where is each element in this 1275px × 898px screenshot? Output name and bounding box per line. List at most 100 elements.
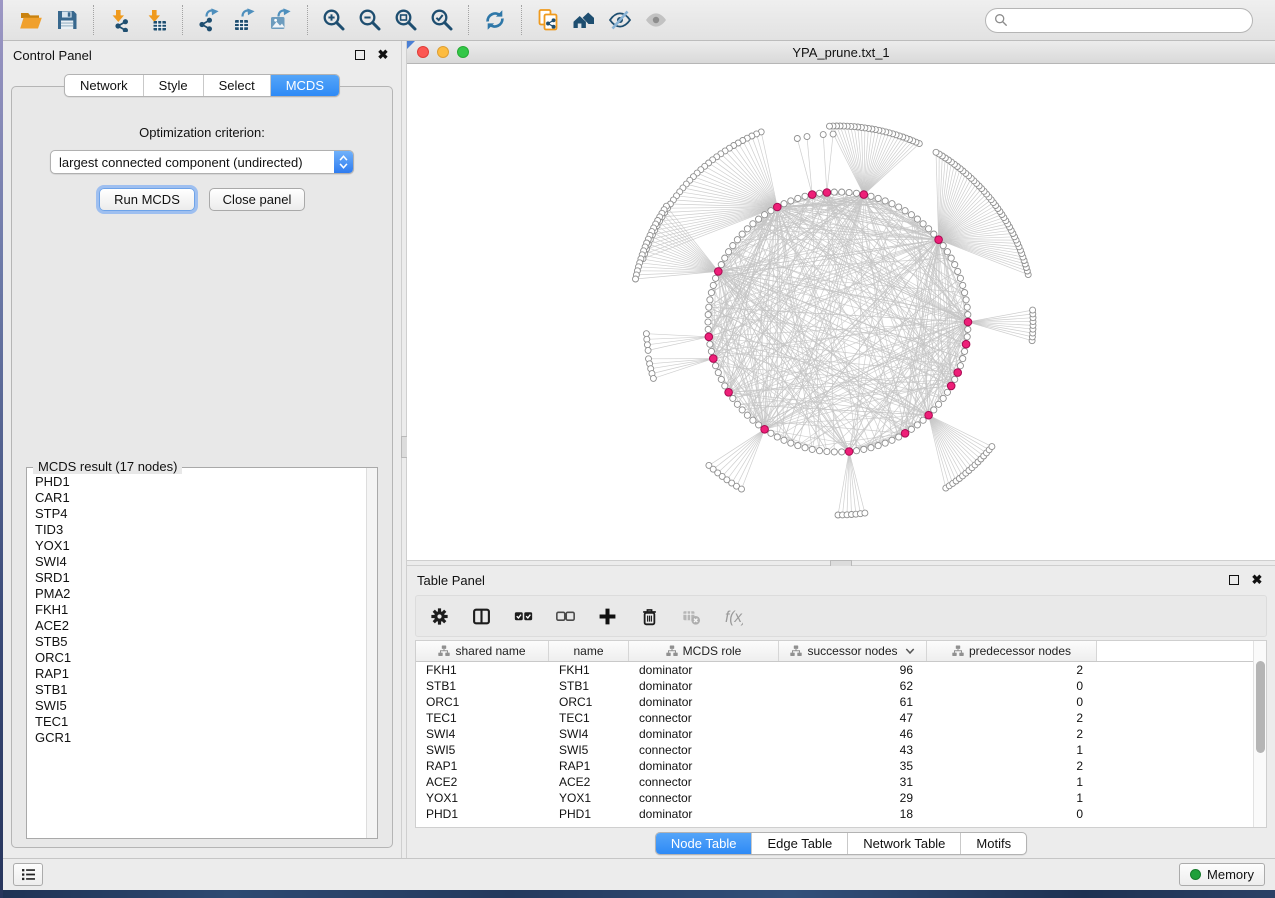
table-row-YOX1[interactable]: YOX1YOX1connector291 [416, 790, 1253, 806]
network-canvas[interactable] [407, 64, 1275, 560]
import-network-button[interactable] [105, 5, 135, 35]
mcds-result-item[interactable]: STP4 [35, 506, 364, 522]
table-scrollbar[interactable] [1253, 641, 1266, 827]
table-tab-node-table[interactable]: Node Table [656, 833, 752, 854]
cell-name: ACE2 [549, 775, 629, 789]
mcds-result-title: MCDS result (17 nodes) [33, 459, 182, 474]
mcds-result-item[interactable]: YOX1 [35, 538, 364, 554]
show-details-button[interactable] [641, 5, 671, 35]
delete-columns-button[interactable] [638, 605, 660, 627]
add-column-button[interactable] [596, 605, 618, 627]
mcds-tab-content: Optimization criterion: largest connecte… [11, 86, 393, 848]
mcds-result-item[interactable]: CAR1 [35, 490, 364, 506]
column-header-predecessor_nodes[interactable]: predecessor nodes [927, 641, 1097, 661]
cell-mcds_role: dominator [629, 679, 779, 693]
desktop-wallpaper-bottom [0, 890, 1275, 898]
mcds-result-box: MCDS result (17 nodes) PHD1CAR1STP4TID3Y… [26, 467, 378, 839]
table-row-STB1[interactable]: STB1STB1dominator620 [416, 678, 1253, 694]
column-header-shared_name[interactable]: shared name [416, 641, 549, 661]
table-row-RAP1[interactable]: RAP1RAP1dominator352 [416, 758, 1253, 774]
criterion-dropdown[interactable]: largest connected component (undirected) [50, 150, 354, 174]
zoom-fit-button[interactable] [391, 5, 421, 35]
table-header-row: shared namenameMCDS rolesuccessor nodesp… [416, 641, 1253, 662]
float-table-panel-button[interactable] [1226, 572, 1242, 588]
run-mcds-button[interactable]: Run MCDS [99, 188, 195, 211]
maximize-window-button[interactable] [457, 46, 469, 58]
result-list-scrollbar[interactable] [366, 468, 377, 838]
clone-network-button[interactable] [533, 5, 563, 35]
column-header-name[interactable]: name [549, 641, 629, 661]
mcds-result-item[interactable]: GCR1 [35, 730, 364, 746]
delete-columns-icon [640, 607, 659, 626]
search-input[interactable] [985, 8, 1253, 33]
table-row-FKH1[interactable]: FKH1FKH1dominator962 [416, 662, 1253, 678]
import-table-button[interactable] [141, 5, 171, 35]
export-image-button[interactable] [266, 5, 296, 35]
cell-shared_name: SWI4 [416, 727, 549, 741]
control-panel: Control Panel ✖ NetworkStyleSelectMCDS O… [3, 41, 401, 858]
memory-button[interactable]: Memory [1179, 863, 1265, 886]
mcds-result-item[interactable]: SWI4 [35, 554, 364, 570]
tab-mcds[interactable]: MCDS [270, 75, 339, 96]
tab-network[interactable]: Network [65, 75, 143, 96]
mcds-result-item[interactable]: TID3 [35, 522, 364, 538]
mcds-result-item[interactable]: PHD1 [35, 474, 364, 490]
tab-style[interactable]: Style [143, 75, 203, 96]
table-tab-network-table[interactable]: Network Table [847, 833, 960, 854]
cell-shared_name: RAP1 [416, 759, 549, 773]
deselect-all-button[interactable] [554, 605, 576, 627]
hide-details-button[interactable] [605, 5, 635, 35]
save-session-button[interactable] [52, 5, 82, 35]
show-columns-icon [472, 607, 491, 626]
mcds-result-item[interactable]: STB5 [35, 634, 364, 650]
close-window-button[interactable] [417, 46, 429, 58]
task-history-button[interactable] [13, 863, 43, 886]
table-tab-edge-table[interactable]: Edge Table [751, 833, 847, 854]
open-file-button[interactable] [16, 5, 46, 35]
mcds-result-item[interactable]: RAP1 [35, 666, 364, 682]
status-bar: Memory [3, 858, 1275, 890]
cell-predecessor_nodes: 2 [927, 759, 1097, 773]
zoom-out-button[interactable] [355, 5, 385, 35]
close-panel-button[interactable]: ✖ [375, 47, 391, 63]
close-panel-action-button[interactable]: Close panel [209, 188, 305, 211]
mcds-result-item[interactable]: PMA2 [35, 586, 364, 602]
column-header-mcds_role[interactable]: MCDS role [629, 641, 779, 661]
refresh-view-button[interactable] [480, 5, 510, 35]
table-row-SWI5[interactable]: SWI5SWI5connector431 [416, 742, 1253, 758]
network-overview-button[interactable] [569, 5, 599, 35]
cell-successor_nodes: 61 [779, 695, 927, 709]
mcds-result-item[interactable]: SWI5 [35, 698, 364, 714]
tab-select[interactable]: Select [203, 75, 270, 96]
table-row-ORC1[interactable]: ORC1ORC1dominator610 [416, 694, 1253, 710]
cell-shared_name: TEC1 [416, 711, 549, 725]
mcds-result-item[interactable]: SRD1 [35, 570, 364, 586]
table-row-SWI4[interactable]: SWI4SWI4dominator462 [416, 726, 1253, 742]
svg-text:f(x): f(x) [725, 608, 743, 625]
select-all-button[interactable] [512, 605, 534, 627]
export-table-button[interactable] [230, 5, 260, 35]
column-header-filler [1097, 641, 1253, 661]
save-session-icon [55, 8, 79, 32]
minimize-window-button[interactable] [437, 46, 449, 58]
table-row-ACE2[interactable]: ACE2ACE2connector311 [416, 774, 1253, 790]
mcds-result-item[interactable]: ACE2 [35, 618, 364, 634]
export-network-button[interactable] [194, 5, 224, 35]
show-columns-button[interactable] [470, 605, 492, 627]
mcds-result-item[interactable]: TEC1 [35, 714, 364, 730]
list-icon [21, 867, 36, 882]
table-scrollbar-thumb[interactable] [1256, 661, 1265, 752]
table-row-PHD1[interactable]: PHD1PHD1dominator180 [416, 806, 1253, 822]
mcds-result-item[interactable]: STB1 [35, 682, 364, 698]
zoom-selected-button[interactable] [427, 5, 457, 35]
table-settings-button[interactable] [428, 605, 450, 627]
mcds-result-item[interactable]: FKH1 [35, 602, 364, 618]
table-tab-motifs[interactable]: Motifs [960, 833, 1026, 854]
column-header-successor_nodes[interactable]: successor nodes [779, 641, 927, 661]
table-row-TEC1[interactable]: TEC1TEC1connector472 [416, 710, 1253, 726]
close-table-panel-button[interactable]: ✖ [1249, 572, 1265, 588]
zoom-in-button[interactable] [319, 5, 349, 35]
float-panel-button[interactable] [352, 47, 368, 63]
toolbar-separator [93, 5, 94, 35]
mcds-result-item[interactable]: ORC1 [35, 650, 364, 666]
